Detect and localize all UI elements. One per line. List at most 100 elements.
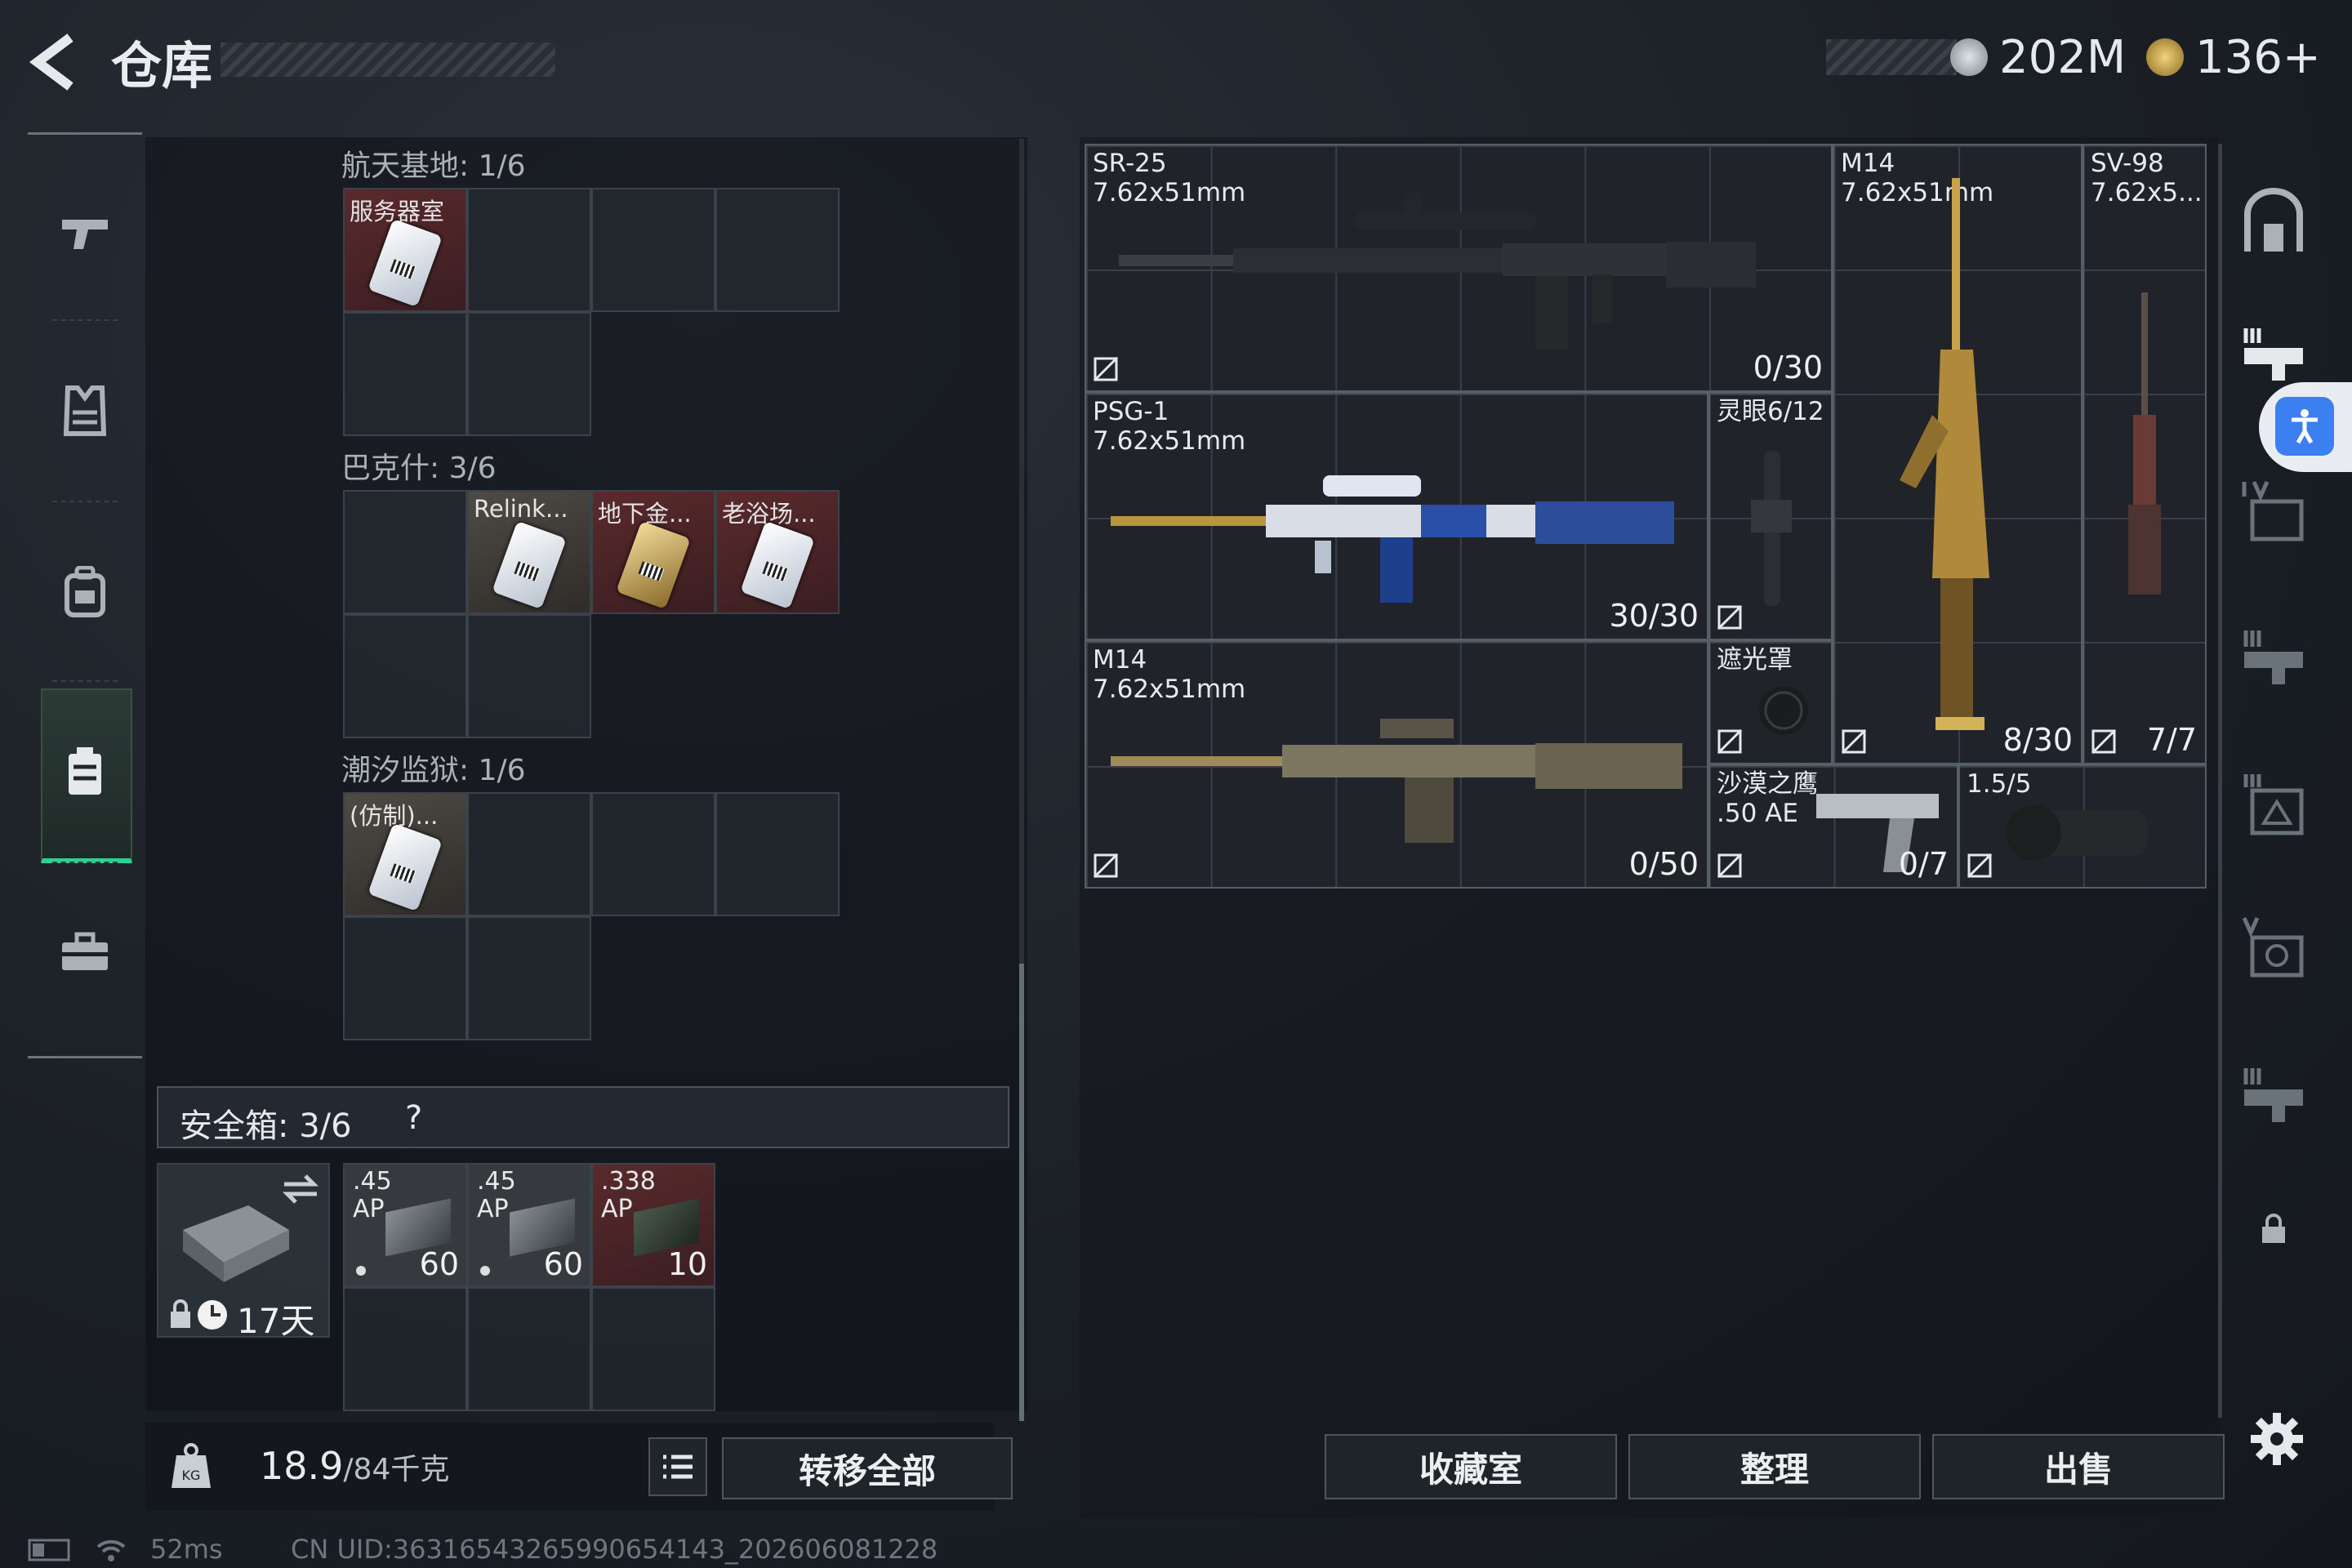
rifle-m14-gold-icon — [1900, 178, 1989, 730]
weapon-slot-desert-eagle[interactable]: 沙漠之鹰 .50 AE 0/7 — [1708, 764, 1958, 889]
nav-container[interactable] — [28, 690, 142, 853]
weapon-slot-psg1[interactable]: PSG-1 7.62x51mm 30/30 — [1085, 392, 1708, 640]
collection-room-button[interactable]: 收藏室 — [1325, 1434, 1617, 1499]
empty-slot[interactable] — [467, 916, 591, 1040]
empty-slot[interactable] — [715, 792, 840, 916]
rack-tier4-icon[interactable] — [2239, 477, 2308, 546]
weapon-slot-m14-vertical[interactable]: M14 7.62x51mm 8/30 — [1833, 144, 2082, 764]
stash-scroll-thumb[interactable] — [1019, 964, 1024, 1421]
keycard-item[interactable]: (仿制)... — [343, 792, 467, 916]
rack-tier3-icon[interactable] — [2239, 323, 2308, 392]
coins-value: 202M — [1999, 30, 2127, 84]
weight-icon: KG — [172, 1443, 211, 1488]
currency-tokens[interactable]: 136+ — [2146, 24, 2321, 90]
uid-readout: CN UID:36316543265990654143_202606081228 — [291, 1534, 938, 1565]
nav-weapons[interactable] — [28, 151, 142, 314]
attachment-slot-lens-hood[interactable]: 遮光罩 — [1708, 640, 1833, 764]
empty-slot[interactable] — [591, 1287, 715, 1411]
rifle-m14-camo-icon — [1111, 719, 1682, 843]
swap-icon[interactable] — [281, 1173, 320, 1205]
ammo-count: 10 — [667, 1246, 707, 1282]
rifle-sr25-icon — [1119, 193, 1756, 350]
transfer-all-button[interactable]: 转移全部 — [722, 1437, 1013, 1499]
svg-text:KG: KG — [182, 1468, 201, 1483]
keycard-icon — [368, 822, 443, 912]
empty-slot[interactable] — [467, 792, 591, 916]
back-arrow-icon[interactable] — [23, 29, 88, 95]
empty-slot[interactable] — [591, 792, 715, 916]
empty-slot[interactable] — [343, 916, 467, 1040]
weapon-slot-m14-horizontal[interactable]: M14 7.62x51mm 0/50 — [1085, 640, 1708, 889]
tokens-value: 136+ — [2195, 30, 2321, 84]
keycard-item[interactable]: Relink... — [467, 490, 591, 614]
rack-tier3-extra-icon[interactable] — [2239, 1060, 2308, 1129]
accessibility-icon — [2292, 409, 2318, 444]
empty-slot[interactable] — [467, 1287, 591, 1411]
accessibility-button[interactable] — [2275, 397, 2334, 456]
rack-tier5-icon[interactable] — [2239, 913, 2308, 982]
weapon-scrollbar[interactable] — [2218, 144, 2222, 1418]
rifle-psg1-icon — [1111, 475, 1674, 603]
nav-backpack[interactable] — [28, 510, 142, 674]
empty-slot[interactable] — [715, 188, 840, 312]
settings-gear-icon[interactable] — [2247, 1410, 2306, 1468]
sell-button[interactable]: 出售 — [1932, 1434, 2225, 1499]
ping-readout: 52ms — [150, 1534, 223, 1565]
weapon-slot-sr25[interactable]: SR-25 7.62x51mm 0/30 — [1085, 144, 1833, 392]
no-insurance-icon — [1967, 853, 1993, 879]
weapon-slot-sv98[interactable]: SV-98 7.62x5... 7/7 — [2082, 144, 2207, 764]
ammo-item[interactable]: .45 AP 60 — [343, 1163, 467, 1287]
empty-slot[interactable] — [343, 614, 467, 738]
lock-icon — [171, 1299, 190, 1328]
pistol-icon — [62, 220, 108, 249]
safebox-item[interactable]: 17天 — [157, 1163, 330, 1341]
ammo-dot — [356, 1266, 366, 1276]
battery-icon — [28, 1539, 70, 1561]
toolbox-icon — [62, 932, 108, 970]
currency-decoration — [1826, 39, 1957, 75]
safebox-timer: 17天 — [237, 1301, 315, 1341]
nav-armor[interactable] — [28, 329, 142, 492]
currency-coins[interactable]: 202M — [1950, 24, 2126, 90]
empty-slot[interactable] — [467, 614, 591, 738]
no-insurance-icon — [1841, 728, 1867, 755]
safebox-header: 安全箱: 3/6 ? — [157, 1086, 1009, 1148]
no-insurance-icon — [1717, 728, 1743, 755]
case-icon — [69, 747, 101, 795]
keycard-item[interactable]: 地下金... — [591, 490, 715, 614]
backpack-icon — [65, 566, 105, 617]
locked-slot-icon — [2262, 1214, 2285, 1243]
help-icon[interactable]: ? — [405, 1099, 422, 1137]
rack-tier3-case-icon[interactable] — [2239, 769, 2308, 838]
empty-slot[interactable] — [591, 188, 715, 312]
section-title-tide-prison: 潮汐监狱: 1/6 — [341, 754, 526, 787]
category-nav — [28, 132, 142, 1058]
scope-slot-lingyan[interactable]: 灵眼6/12 — [1708, 392, 1833, 640]
rack-tier3-alt-icon[interactable] — [2239, 622, 2308, 691]
stash-footer: KG 18.9/84千克 转移全部 — [145, 1423, 1013, 1511]
no-insurance-icon — [1093, 356, 1119, 382]
vest-icon — [63, 385, 107, 436]
clock-icon — [198, 1300, 227, 1330]
scope-slot-1-5x[interactable]: 1.5/5 — [1958, 764, 2207, 889]
safebox-case-icon — [183, 1205, 289, 1282]
organize-button[interactable]: 整理 — [1628, 1434, 1921, 1499]
ammo-item[interactable]: .338 AP 10 — [591, 1163, 715, 1287]
nav-toolbox[interactable] — [28, 870, 142, 1033]
empty-slot[interactable] — [467, 312, 591, 436]
ammo-dot — [480, 1266, 490, 1276]
scope-1-5x-icon — [2006, 805, 2148, 861]
ammo-item[interactable]: .45 AP 60 — [467, 1163, 591, 1287]
ammo-counter: 8/30 — [2002, 722, 2073, 758]
locker-tab-icon[interactable] — [2239, 186, 2308, 255]
ammo-counter: 30/30 — [1609, 598, 1699, 634]
empty-slot[interactable] — [467, 188, 591, 312]
keycard-item[interactable]: 老浴场... — [715, 490, 840, 614]
empty-slot[interactable] — [343, 312, 467, 436]
empty-slot[interactable] — [343, 490, 467, 614]
safebox-title: 安全箱: 3/6 — [180, 1107, 352, 1145]
empty-slot[interactable] — [343, 1287, 467, 1411]
coin-icon — [1950, 38, 1988, 76]
keycard-item[interactable]: 服务器室 — [343, 188, 467, 312]
list-view-button[interactable] — [648, 1437, 707, 1496]
